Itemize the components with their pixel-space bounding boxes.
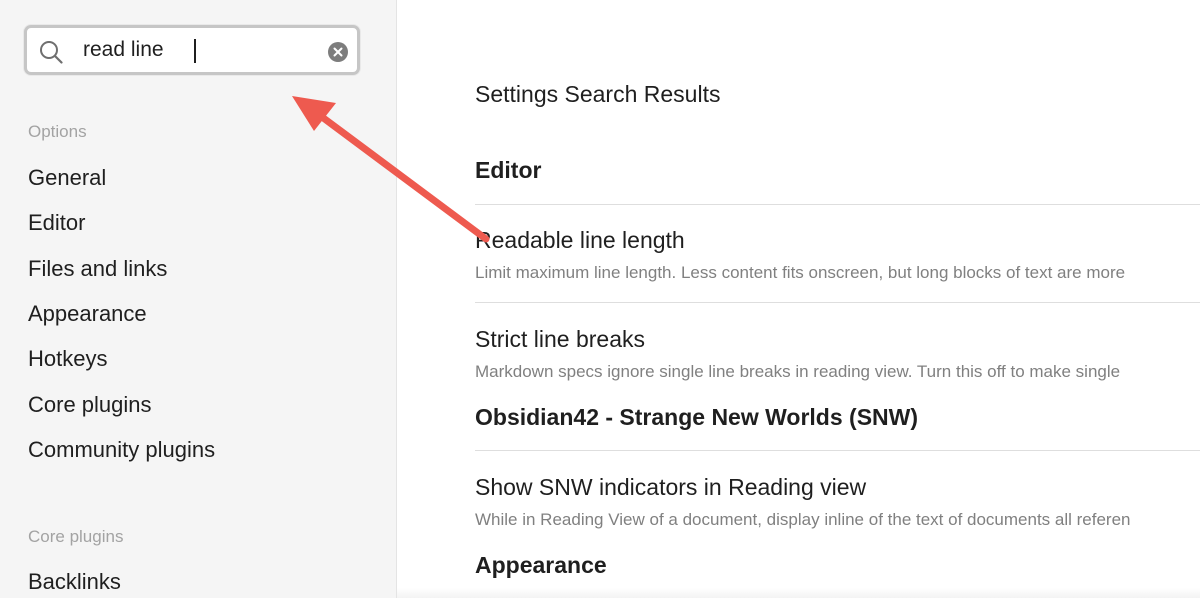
sidebar-item-files-and-links[interactable]: Files and links xyxy=(28,256,167,282)
group-heading-editor: Editor xyxy=(475,157,542,183)
setting-description-strict-line-breaks: Markdown specs ignore single line breaks… xyxy=(475,362,1121,381)
sidebar-item-core-plugins[interactable]: Core plugins xyxy=(28,392,152,418)
search-box[interactable] xyxy=(24,25,360,75)
bottom-fade xyxy=(397,588,1200,598)
group-heading-strange-new-worlds: Obsidian42 - Strange New Worlds (SNW) xyxy=(475,404,919,430)
setting-name-show-snw-indicators: Show SNW indicators in Reading view xyxy=(475,474,867,500)
page-title: Settings Search Results xyxy=(475,81,721,107)
sidebar-section-core-plugins: Core plugins xyxy=(28,527,124,546)
setting-name-readable-line-length: Readable line length xyxy=(475,227,685,253)
divider xyxy=(475,302,1200,303)
sidebar-item-community-plugins[interactable]: Community plugins xyxy=(28,437,215,463)
sidebar-item-backlinks[interactable]: Backlinks xyxy=(28,569,121,595)
group-heading-appearance: Appearance xyxy=(475,552,607,578)
divider xyxy=(475,204,1200,205)
sidebar-item-general[interactable]: General xyxy=(28,165,106,191)
sidebar-item-appearance[interactable]: Appearance xyxy=(28,301,147,327)
search-icon xyxy=(39,40,63,64)
sidebar-section-options: Options xyxy=(28,122,87,141)
search-results-panel: Settings Search Results Editor Readable … xyxy=(397,0,1200,598)
clear-icon[interactable] xyxy=(328,42,348,62)
settings-sidebar: Options General Editor Files and links A… xyxy=(0,0,397,598)
search-input[interactable] xyxy=(83,34,319,66)
setting-name-strict-line-breaks: Strict line breaks xyxy=(475,326,646,352)
divider xyxy=(475,450,1200,451)
sidebar-item-hotkeys[interactable]: Hotkeys xyxy=(28,346,107,372)
settings-window: Options General Editor Files and links A… xyxy=(0,0,1200,598)
setting-description-show-snw-indicators: While in Reading View of a document, dis… xyxy=(475,510,1131,529)
sidebar-item-editor[interactable]: Editor xyxy=(28,210,85,236)
text-caret xyxy=(194,39,196,63)
setting-description-readable-line-length: Limit maximum line length. Less content … xyxy=(475,263,1126,282)
